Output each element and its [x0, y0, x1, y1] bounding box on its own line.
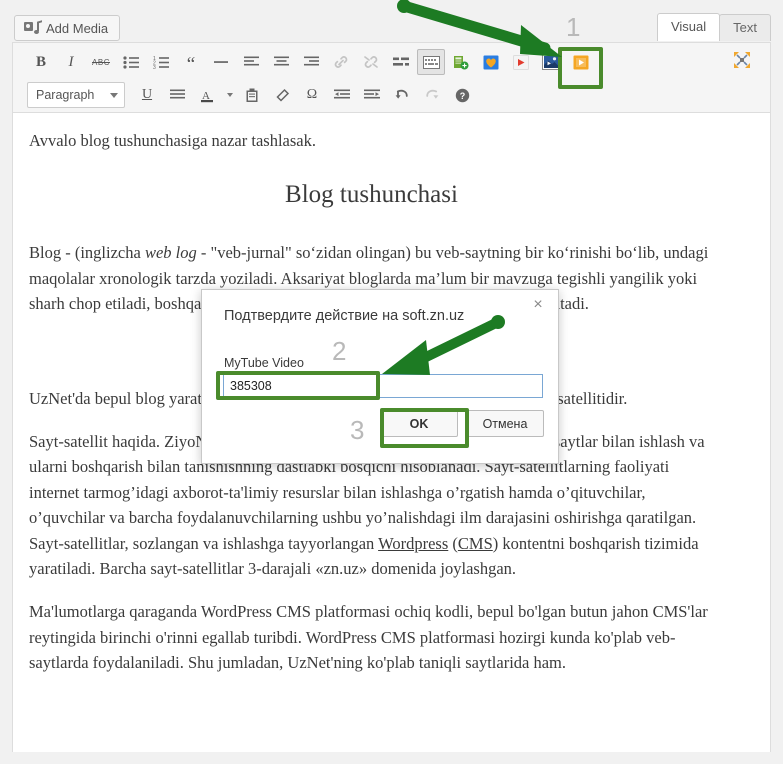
dialog-field-label: MyTube Video: [224, 356, 304, 370]
keyboard-shortcuts-button[interactable]: ?: [448, 82, 476, 108]
justify-button[interactable]: [163, 82, 191, 108]
text-color-dropdown[interactable]: [223, 82, 236, 108]
dialog-title: Подтвердите действие на soft.zn.uz: [224, 308, 465, 324]
toolbar-row-1: B I ABC 123 “: [27, 45, 597, 79]
italic-button[interactable]: I: [57, 49, 85, 75]
svg-text:?: ?: [459, 91, 465, 101]
cancel-button[interactable]: Отмена: [466, 410, 544, 437]
mytube-video-plugin-button[interactable]: [537, 49, 565, 75]
paste-as-text-button[interactable]: [238, 82, 266, 108]
para3-mid: (: [448, 533, 458, 553]
paragraph-4: Ma'lumotlarga qaraganda WordPress CMS pl…: [29, 601, 708, 673]
post-heading: Blog tushunchasi: [285, 180, 458, 208]
wordpress-link[interactable]: Wordpress: [378, 534, 448, 553]
video-plugin-orange-button[interactable]: [567, 49, 595, 75]
remove-link-button[interactable]: [357, 49, 385, 75]
editor-mode-tabs: Visual Text: [656, 13, 771, 41]
bulleted-list-button[interactable]: [117, 49, 145, 75]
insert-file-button[interactable]: [447, 49, 475, 75]
underline-button[interactable]: U: [133, 82, 161, 108]
mytube-video-input[interactable]: [223, 374, 543, 398]
annotation-number-1: 1: [566, 12, 581, 42]
align-left-button[interactable]: [237, 49, 265, 75]
media-icon: [24, 21, 39, 36]
tab-text[interactable]: Text: [719, 14, 771, 41]
numbered-list-button[interactable]: 123: [147, 49, 175, 75]
editor-toolbar: B I ABC 123 “ Paragraph U A Ω ?: [13, 43, 770, 113]
tab-visual[interactable]: Visual: [656, 13, 721, 41]
horizontal-rule-button[interactable]: [207, 49, 235, 75]
heart-plugin-button[interactable]: [477, 49, 505, 75]
para1-part-a: Blog - (inglizcha: [29, 243, 145, 263]
add-media-label: Add Media: [46, 20, 109, 36]
special-character-button[interactable]: Ω: [298, 82, 326, 108]
confirm-action-dialog: Подтвердите действие на soft.zn.uz × MyT…: [201, 289, 559, 464]
paragraph-format-value: Paragraph: [36, 88, 95, 102]
insert-link-button[interactable]: [327, 49, 355, 75]
blockquote-button[interactable]: “: [177, 49, 205, 75]
outdent-button[interactable]: [328, 82, 356, 108]
strikethrough-button[interactable]: ABC: [87, 49, 115, 75]
text-color-button[interactable]: A: [193, 82, 221, 108]
redo-button[interactable]: [418, 82, 446, 108]
svg-text:3: 3: [153, 65, 156, 69]
video-plugin-red-button[interactable]: [507, 49, 535, 75]
ok-button[interactable]: OK: [380, 410, 458, 437]
paragraph-intro: Avvalo blog tushunchasiga nazar tashlasa…: [29, 131, 316, 150]
toolbar-toggle-button[interactable]: [417, 49, 445, 75]
toolbar-row-2: Paragraph U A Ω ?: [27, 78, 478, 112]
dialog-buttons: OK Отмена: [380, 410, 544, 437]
chevron-down-icon: [226, 93, 233, 97]
distraction-free-writing-button[interactable]: [728, 47, 756, 73]
annotation-number-3: 3: [350, 415, 365, 445]
align-right-button[interactable]: [297, 49, 325, 75]
editor-topbar: Add Media Visual Text: [0, 0, 783, 44]
annotation-number-2: 2: [332, 336, 347, 366]
read-more-tag-button[interactable]: [387, 49, 415, 75]
paragraph-format-select[interactable]: Paragraph: [27, 82, 125, 108]
add-media-button[interactable]: Add Media: [14, 15, 121, 41]
chevron-down-icon: [110, 92, 118, 98]
align-center-button[interactable]: [267, 49, 295, 75]
undo-button[interactable]: [388, 82, 416, 108]
indent-button[interactable]: [358, 82, 386, 108]
close-icon[interactable]: ×: [529, 296, 547, 314]
cms-link[interactable]: CMS: [458, 534, 493, 553]
para1-emphasis: web log: [144, 243, 197, 263]
clear-formatting-button[interactable]: [268, 82, 296, 108]
bold-button[interactable]: B: [27, 49, 55, 75]
